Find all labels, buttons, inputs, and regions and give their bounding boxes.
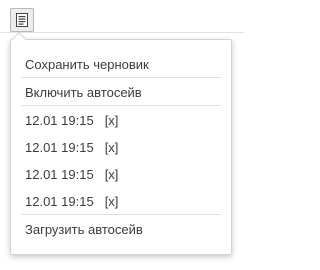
autosave-entry[interactable]: 12.01 19:15 [x] [11,188,231,215]
delete-autosave-button[interactable]: [x] [105,140,119,155]
enable-autosave-label: Включить автосейв [25,85,142,100]
document-list-icon [16,13,28,27]
menu-divider [21,77,221,78]
toolbar [0,0,244,36]
save-draft-item[interactable]: Сохранить черновик [11,51,231,78]
delete-autosave-button[interactable]: [x] [105,167,119,182]
autosave-time: 12.01 19:15 [25,167,94,182]
menu-divider [21,214,221,215]
autosave-time: 12.01 19:15 [25,194,94,209]
delete-autosave-button[interactable]: [x] [105,194,119,209]
autosave-entry[interactable]: 12.01 19:15 [x] [11,161,231,188]
autosave-entry[interactable]: 12.01 19:15 [x] [11,107,231,134]
delete-autosave-button[interactable]: [x] [105,113,119,128]
save-draft-label: Сохранить черновик [25,57,149,72]
drafts-dropdown-menu: Сохранить черновик Включить автосейв 12.… [10,39,232,255]
toolbar-divider [0,32,244,33]
autosave-time: 12.01 19:15 [25,140,94,155]
menu-divider [21,105,221,106]
autosave-entry[interactable]: 12.01 19:15 [x] [11,134,231,161]
enable-autosave-item[interactable]: Включить автосейв [11,79,231,106]
load-autosave-label: Загрузить автосейв [25,222,143,237]
autosave-time: 12.01 19:15 [25,113,94,128]
drafts-menu-button[interactable] [10,8,34,32]
load-autosave-item[interactable]: Загрузить автосейв [11,216,231,243]
